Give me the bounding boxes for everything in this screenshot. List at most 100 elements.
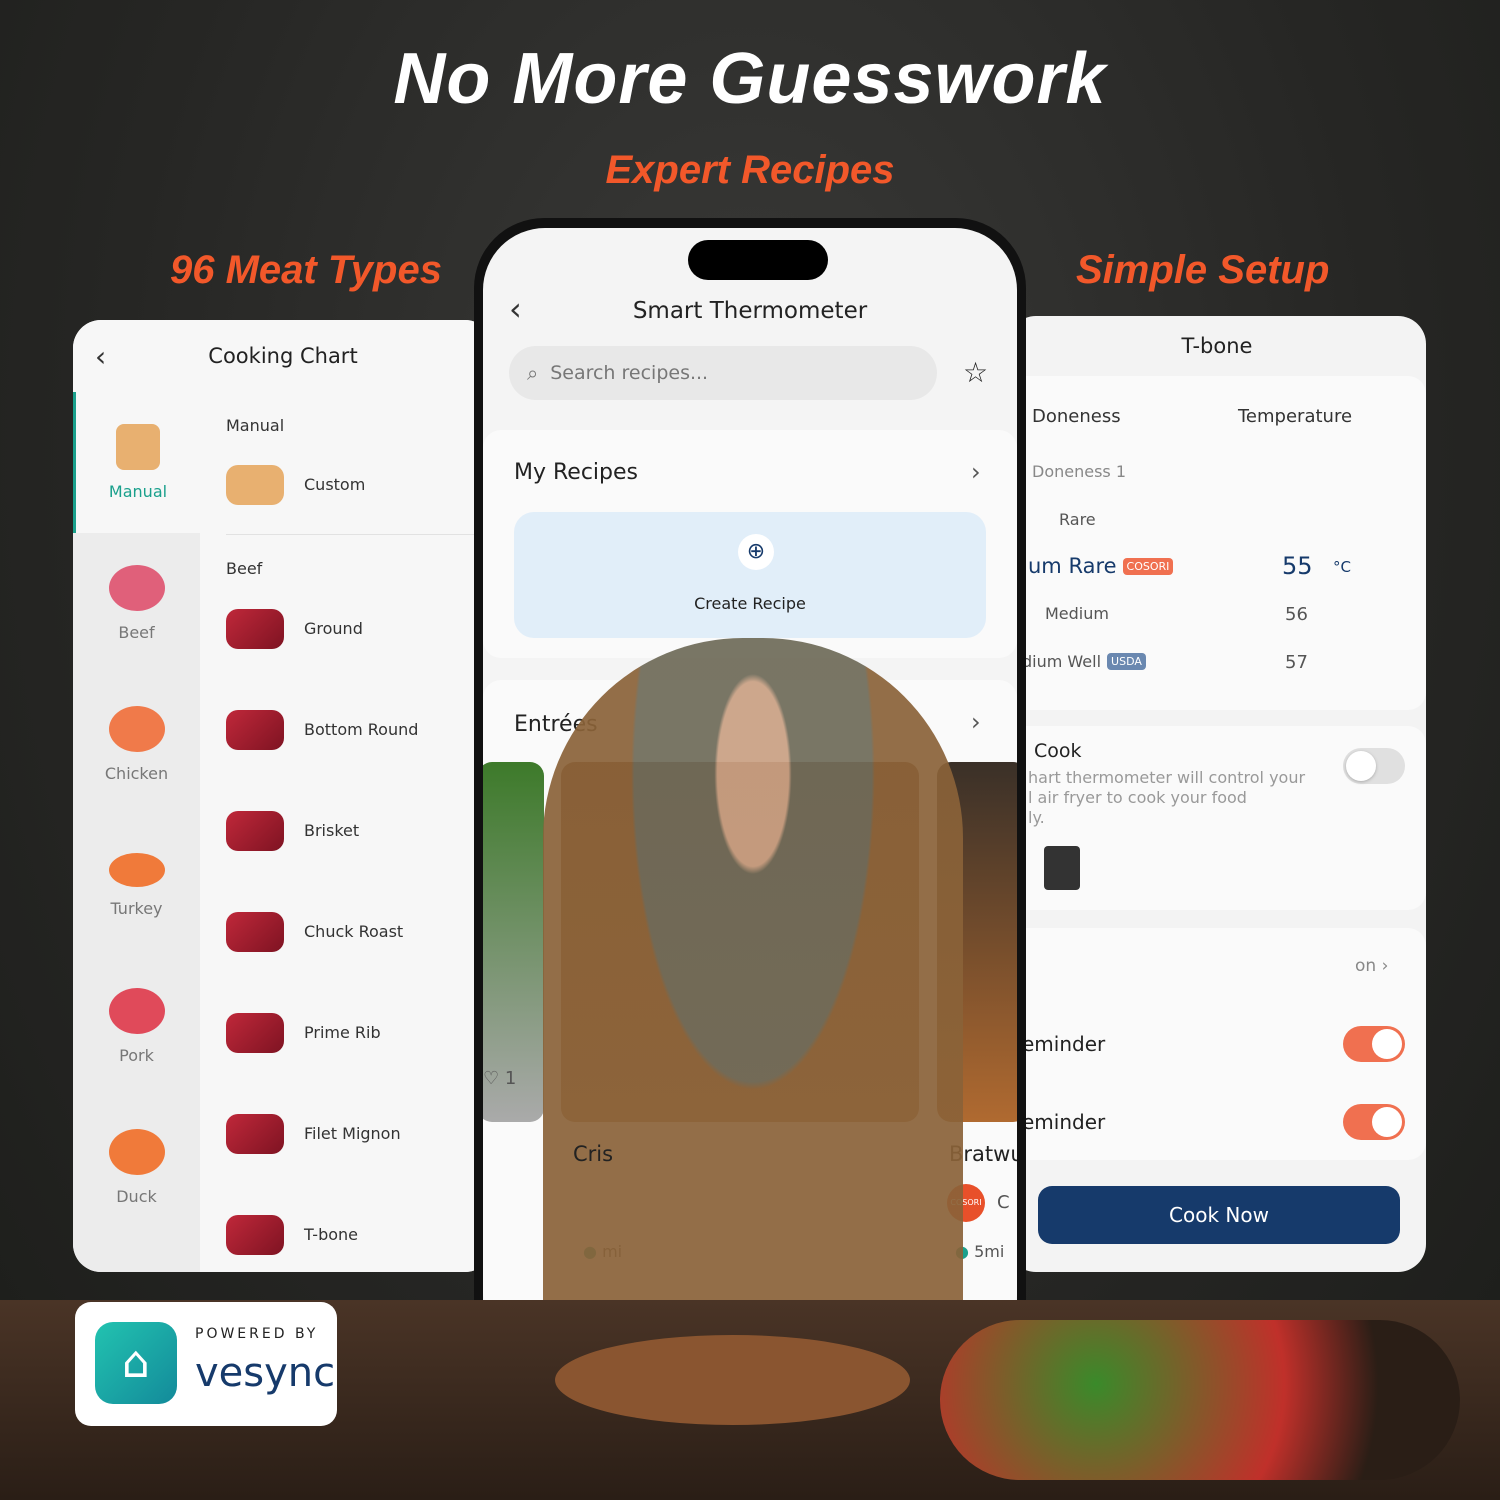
group-label: Doneness 1 (1032, 462, 1127, 481)
list-item[interactable]: T-bone (226, 1184, 493, 1272)
grocery-bag-icon (226, 464, 284, 505)
sidebar-item-label: Turkey (110, 899, 163, 918)
item-label: Brisket (304, 821, 360, 840)
tagline-right: Simple Setup (1076, 248, 1330, 292)
temperature-unit: °C (1333, 558, 1351, 576)
smart-cook-card: Cook hart thermometer will control your l… (1008, 726, 1426, 910)
vegetables (940, 1320, 1460, 1480)
reminder-toggle[interactable] (1343, 1026, 1405, 1062)
tbone-panel: T-bone Doneness Temperature Doneness 1 R… (1008, 316, 1426, 1272)
doneness-option[interactable]: Medium (1045, 604, 1109, 623)
app-screen: ‹ Smart Thermometer ⌕ Search recipes... ☆… (483, 228, 1017, 1318)
chevron-left-icon[interactable]: ‹ (95, 340, 106, 373)
list-item[interactable]: Filet Mignon (226, 1083, 493, 1184)
meat-thumbnail (226, 810, 284, 851)
duck-leg-icon (108, 1129, 165, 1175)
sidebar-item-label: Pork (119, 1046, 154, 1065)
list-item[interactable]: Chuck Roast (226, 881, 493, 982)
tagline-center: Expert Recipes (605, 148, 895, 192)
reminder-toggle[interactable] (1343, 1104, 1405, 1140)
search-icon: ⌕ (527, 361, 539, 385)
option-label: dium Well (1022, 652, 1102, 671)
option-label: um Rare (1028, 554, 1117, 578)
option-row[interactable]: on › (1355, 956, 1388, 976)
item-label: Ground (304, 619, 363, 638)
settings-card: on › eminder eminder (1008, 928, 1426, 1160)
like-count[interactable]: ♡ 1 (483, 1068, 516, 1089)
section-title: Manual (226, 416, 285, 435)
cook-title: Cook (1034, 740, 1082, 762)
sidebar-item-chicken[interactable]: Chicken (73, 674, 200, 815)
list-item[interactable]: Prime Rib (226, 982, 493, 1083)
powered-by-label: POWERED BY (195, 1326, 319, 1342)
grocery-bag-icon (116, 424, 160, 470)
plus-icon: ⊕ (738, 534, 774, 570)
usda-badge: USDA (1107, 653, 1146, 670)
cutting-board-with-steak (555, 1335, 910, 1425)
sidebar-item-beef[interactable]: Beef (73, 533, 200, 674)
list-item[interactable]: Brisket (226, 780, 493, 881)
smart-cook-toggle[interactable] (1343, 748, 1405, 784)
reminder-label: eminder (1022, 1110, 1106, 1134)
page-title: Cooking Chart (208, 344, 358, 368)
sidebar-item-pork[interactable]: Pork (73, 956, 200, 1097)
list-item[interactable]: Custom (226, 435, 493, 535)
sidebar-item-label: Chicken (104, 764, 169, 783)
item-label: Bottom Round (304, 720, 419, 739)
my-recipes-card: My Recipes › ⊕ Create Recipe (483, 430, 1017, 658)
sidebar-item-manual[interactable]: Manual (73, 392, 200, 533)
list-item[interactable]: Bottom Round (226, 679, 493, 780)
powered-by-vesync-badge: ⌂ POWERED BY vesync (75, 1302, 337, 1426)
item-label: Chuck Roast (304, 922, 404, 941)
vesync-logo: vesync (195, 1350, 336, 1396)
turkey-icon (108, 853, 165, 887)
cook-description: hart thermometer will control your l air … (1028, 768, 1306, 827)
headline: No More Guesswork (393, 39, 1107, 119)
dynamic-island (688, 240, 828, 280)
search-input[interactable]: ⌕ Search recipes... (509, 346, 937, 400)
recipe-author: C (997, 1192, 1010, 1213)
category-sidebar: Manual Beef Chicken Turkey Pork Duck (73, 392, 200, 1272)
phone-frame: ‹ Smart Thermometer ⌕ Search recipes... ☆… (474, 218, 1026, 1318)
cosori-badge: COSORI (1122, 557, 1174, 575)
temperature-value: 55 (1282, 552, 1313, 580)
page-title: T-bone (1181, 334, 1253, 358)
steak-icon (108, 565, 165, 611)
sidebar-item-label: Duck (116, 1187, 157, 1206)
create-recipe-label: Create Recipe (694, 594, 806, 613)
page-title: Smart Thermometer (632, 298, 868, 324)
doneness-option-selected[interactable]: um Rare COSORI (1028, 554, 1174, 578)
meat-thumbnail (226, 1012, 284, 1053)
vesync-home-icon: ⌂ (95, 1322, 177, 1404)
column-header: Temperature (1238, 406, 1353, 427)
chevron-right-icon[interactable]: › (971, 458, 981, 486)
section-title: My Recipes (514, 460, 638, 485)
doneness-option[interactable]: dium Well USDA (1022, 652, 1146, 671)
search-placeholder: Search recipes... (550, 362, 709, 384)
meat-thumbnail (226, 709, 284, 750)
create-recipe-button[interactable]: ⊕ Create Recipe (514, 512, 986, 638)
meat-thumbnail (226, 1113, 284, 1154)
item-label: Filet Mignon (304, 1124, 401, 1143)
ham-icon (108, 988, 165, 1034)
doneness-option[interactable]: Rare (1059, 510, 1096, 529)
temperature-value: 57 (1285, 652, 1308, 673)
sidebar-item-turkey[interactable]: Turkey (73, 815, 200, 956)
temperature-value: 56 (1285, 604, 1308, 625)
item-label: Custom (304, 475, 366, 494)
item-label: Prime Rib (304, 1023, 381, 1042)
recipe-title: Cris (573, 1142, 614, 1166)
cook-now-button[interactable]: Cook Now (1038, 1186, 1400, 1244)
chef-photo (543, 638, 963, 1318)
option-value: on (1355, 956, 1377, 976)
meat-thumbnail (226, 608, 284, 649)
air-fryer-icon (1044, 846, 1080, 890)
chicken-leg-icon (108, 706, 165, 752)
cooking-chart-panel: ‹ Cooking Chart Manual Beef Chicken Turk… (73, 320, 493, 1272)
item-label: T-bone (304, 1225, 359, 1244)
cooking-chart-header: ‹ Cooking Chart (73, 320, 493, 392)
star-icon[interactable]: ☆ (963, 356, 988, 389)
list-item[interactable]: Ground (226, 578, 493, 679)
chevron-right-icon[interactable]: › (971, 708, 981, 736)
sidebar-item-duck[interactable]: Duck (73, 1097, 200, 1238)
